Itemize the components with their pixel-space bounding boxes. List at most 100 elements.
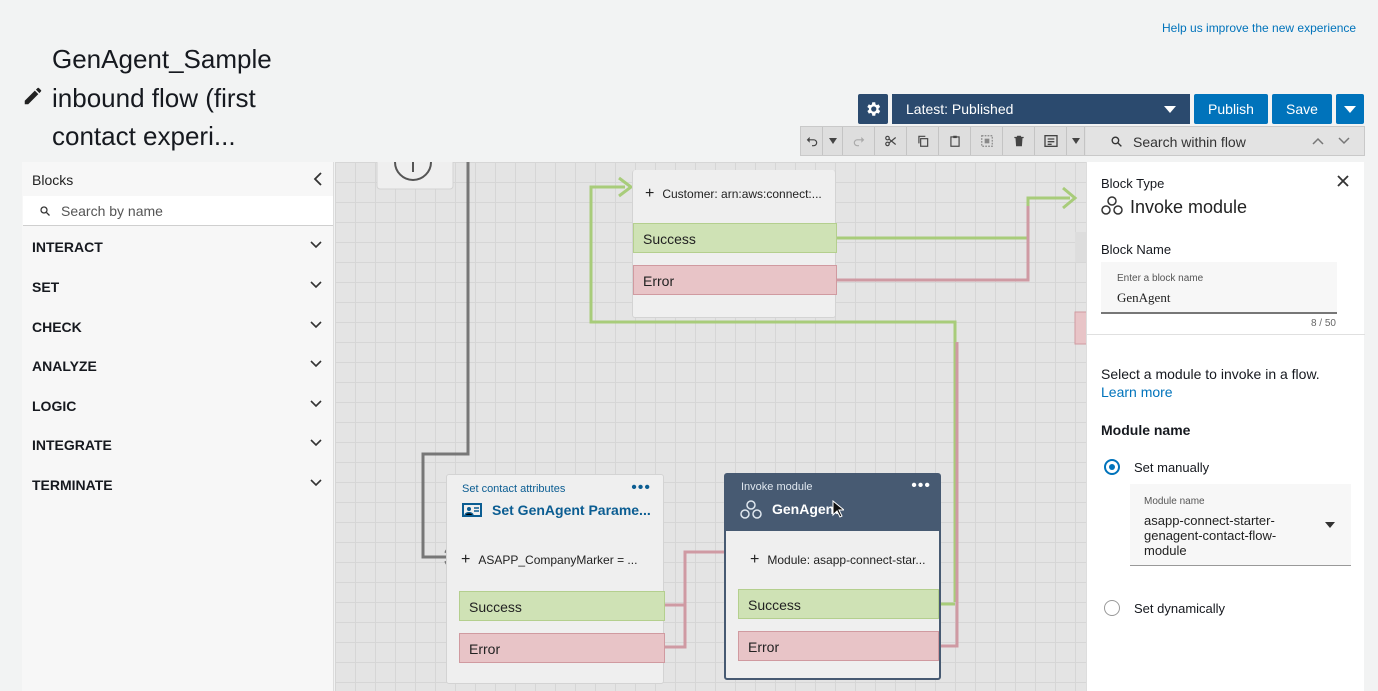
copy-icon xyxy=(917,135,928,147)
block-param-text: Module: asapp-connect-star... xyxy=(767,553,926,567)
set-manually-radio[interactable] xyxy=(1104,459,1120,475)
divider xyxy=(1087,334,1365,335)
category-interact[interactable]: INTERACT xyxy=(32,239,322,263)
cursor-icon xyxy=(832,500,844,518)
flow-canvas[interactable]: + Customer: arn:aws:connect:... Success E… xyxy=(335,162,1086,691)
undo-history-button[interactable] xyxy=(823,127,843,155)
chevron-down-icon xyxy=(828,138,837,144)
category-label: INTERACT xyxy=(32,239,103,255)
blocks-panel: Blocks Search by name INTERACT SET CHECK… xyxy=(22,162,334,691)
block-type-label: Invoke module xyxy=(741,481,813,493)
chevron-up-icon[interactable] xyxy=(1312,137,1324,145)
block-param-text: Customer: arn:aws:connect:... xyxy=(662,187,822,201)
redo-button[interactable] xyxy=(843,127,875,155)
chevron-down-icon xyxy=(310,400,322,408)
pencil-icon[interactable] xyxy=(22,85,44,107)
block-name-hint: Enter a block name xyxy=(1117,273,1204,284)
category-check[interactable]: CHECK xyxy=(32,319,322,343)
module-description: Select a module to invoke in a flow. xyxy=(1101,366,1320,382)
more-options-icon[interactable]: ••• xyxy=(631,479,651,497)
plus-icon: + xyxy=(645,185,655,202)
plus-icon: + xyxy=(461,551,471,568)
category-logic[interactable]: LOGIC xyxy=(32,398,322,422)
blocks-search-input[interactable]: Search by name xyxy=(23,196,333,226)
block-name-label: Block Name xyxy=(1101,242,1172,257)
category-label: TERMINATE xyxy=(32,477,113,493)
chevron-down-icon[interactable] xyxy=(1338,137,1350,145)
version-select-value: Latest: Published xyxy=(906,101,1014,117)
search-icon xyxy=(1111,136,1122,147)
notes-menu-button[interactable] xyxy=(1067,127,1085,155)
chevron-down-icon xyxy=(310,281,322,289)
learn-more-link[interactable]: Learn more xyxy=(1101,384,1173,400)
module-select-label: Module name xyxy=(1144,496,1205,507)
help-improve-link[interactable]: Help us improve the new experience xyxy=(1162,21,1356,35)
caret-down-icon xyxy=(1325,522,1335,528)
block-type-label: Set contact attributes xyxy=(462,483,566,495)
save-button[interactable]: Save xyxy=(1272,94,1332,124)
undo-icon xyxy=(806,136,817,147)
set-dynamically-label[interactable]: Set dynamically xyxy=(1134,601,1225,616)
save-menu-button[interactable] xyxy=(1336,94,1364,124)
branch-success[interactable]: Success xyxy=(738,589,939,619)
category-integrate[interactable]: INTEGRATE xyxy=(32,437,322,461)
settings-button[interactable] xyxy=(858,94,888,124)
cut-button[interactable] xyxy=(875,127,907,155)
category-terminate[interactable]: TERMINATE xyxy=(32,477,322,501)
delete-icon xyxy=(1013,135,1024,147)
branch-success[interactable]: Success xyxy=(459,591,665,621)
flow-block-invoke-module[interactable]: Invoke module ••• GenAgent + Module: asap… xyxy=(724,473,941,680)
close-icon[interactable] xyxy=(1336,174,1350,188)
version-select[interactable]: Latest: Published xyxy=(892,94,1190,124)
category-analyze[interactable]: ANALYZE xyxy=(32,358,322,382)
publish-button[interactable]: Publish xyxy=(1194,94,1268,124)
branch-error[interactable]: Error xyxy=(459,633,665,663)
block-name-value: GenAgent xyxy=(1117,290,1171,305)
block-param-row[interactable]: + ASAPP_CompanyMarker = ... xyxy=(461,551,637,569)
select-icon xyxy=(980,135,993,147)
cut-icon xyxy=(884,135,896,147)
chevron-down-icon xyxy=(310,241,322,249)
caret-down-icon xyxy=(1344,105,1356,113)
gear-icon xyxy=(867,102,881,116)
block-param-text: ASAPP_CompanyMarker = ... xyxy=(478,553,638,567)
block-name: Set GenAgent Parame... xyxy=(492,502,651,518)
block-name: GenAgent xyxy=(772,501,839,517)
block-param-row[interactable]: + Module: asapp-connect-star... xyxy=(750,551,925,569)
search-icon xyxy=(40,206,50,216)
select-all-button[interactable] xyxy=(971,127,1003,155)
branch-error[interactable]: Error xyxy=(633,265,837,295)
paste-button[interactable] xyxy=(939,127,971,155)
search-within-flow-input[interactable]: Search within flow xyxy=(1086,127,1364,155)
redo-icon xyxy=(853,136,864,147)
module-name-select[interactable]: Module name asapp-connect-starter-genage… xyxy=(1130,484,1351,566)
more-options-icon[interactable]: ••• xyxy=(911,477,931,495)
notes-button[interactable] xyxy=(1035,127,1067,155)
delete-button[interactable] xyxy=(1003,127,1035,155)
undo-button[interactable] xyxy=(801,127,823,155)
flow-title-line: GenAgent_Sample xyxy=(52,44,272,74)
category-label: INTEGRATE xyxy=(32,437,112,453)
block-properties-panel: Block Type Invoke module Block Name Ente… xyxy=(1086,162,1365,691)
block-name-input[interactable]: Enter a block name GenAgent xyxy=(1101,262,1337,314)
branch-error[interactable]: Error xyxy=(738,631,939,661)
category-label: SET xyxy=(32,279,60,295)
caret-down-icon xyxy=(1164,106,1176,113)
block-type-label: Block Type xyxy=(1101,176,1165,191)
blocks-panel-title: Blocks xyxy=(32,172,74,188)
flow-block-set-contact-attributes[interactable]: Set contact attributes ••• Set GenAgent … xyxy=(446,474,665,684)
set-manually-label[interactable]: Set manually xyxy=(1134,460,1209,475)
chevron-left-icon[interactable] xyxy=(313,172,323,186)
category-set[interactable]: SET xyxy=(32,279,322,303)
set-dynamically-radio[interactable] xyxy=(1104,600,1120,616)
chevron-down-icon xyxy=(310,321,322,329)
copy-button[interactable] xyxy=(907,127,939,155)
category-label: CHECK xyxy=(32,319,82,335)
category-label: ANALYZE xyxy=(32,358,97,374)
block-param-row[interactable]: + Customer: arn:aws:connect:... xyxy=(645,185,822,203)
invoke-module-icon xyxy=(740,500,762,519)
flow-block-customer[interactable]: + Customer: arn:aws:connect:... Success E… xyxy=(632,170,837,318)
block-name-counter: 8 / 50 xyxy=(1310,318,1336,329)
branch-success[interactable]: Success xyxy=(633,223,837,253)
category-label: LOGIC xyxy=(32,398,77,414)
